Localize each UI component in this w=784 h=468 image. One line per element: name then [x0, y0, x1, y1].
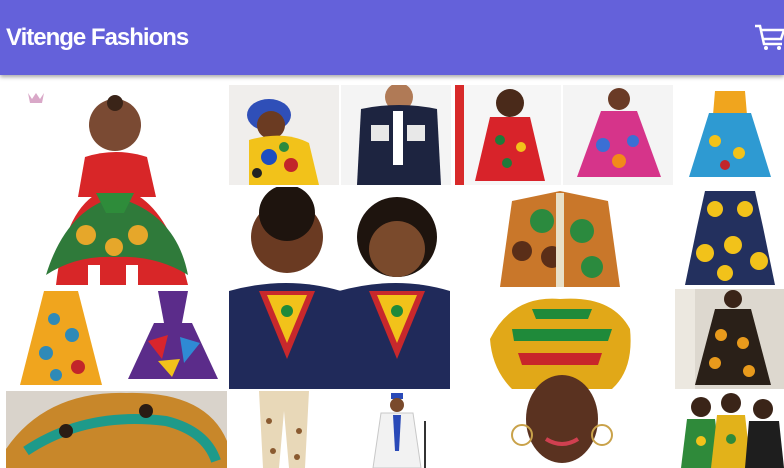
- product-tile-maxi-skirt[interactable]: [6, 289, 116, 389]
- product-tile-group-kids[interactable]: [675, 391, 784, 468]
- product-tile-girl-red-dress[interactable]: [455, 85, 561, 185]
- product-tile-girl-dot-dress[interactable]: [675, 289, 784, 389]
- product-tile-blue-dress[interactable]: [675, 85, 784, 185]
- boy-navy-shirt-image: [341, 85, 451, 185]
- product-tile-white-outfit[interactable]: [341, 391, 451, 468]
- print-bucket-hat-image: [6, 391, 227, 468]
- white-kaftan-outfit-image: [341, 391, 451, 468]
- product-tile-navy-yellow-dress[interactable]: [675, 187, 784, 287]
- product-tile-print-trousers[interactable]: [229, 391, 339, 468]
- print-trousers-image: [229, 391, 339, 468]
- product-tile-toddler-dress[interactable]: [6, 85, 227, 287]
- product-tile-green-print-shirt[interactable]: [452, 187, 673, 287]
- product-tile-kids-dashiki[interactable]: [229, 187, 450, 389]
- product-tile-pink-dress[interactable]: [563, 85, 673, 185]
- pink-print-dress-image: [563, 85, 673, 185]
- top-bar: Vitenge Fashions: [0, 0, 784, 75]
- kente-headwrap-image: [452, 289, 673, 468]
- product-tile-purple-dress[interactable]: [118, 289, 227, 389]
- girl-print-dress-image: [675, 289, 784, 389]
- blue-print-dress-image: [675, 85, 784, 185]
- girl-red-print-dress-image: [455, 85, 561, 185]
- green-print-shirt-image: [452, 187, 673, 287]
- brand-title[interactable]: Vitenge Fashions: [6, 20, 189, 56]
- kids-dashiki-shirts-image: [229, 187, 450, 389]
- product-tile-baby-headwrap[interactable]: [229, 85, 339, 185]
- kids-group-outfits-image: [675, 391, 784, 468]
- baby-print-romper-image: [229, 85, 339, 185]
- product-tile-bucket-hat[interactable]: [6, 391, 227, 468]
- product-tile-boy-navy-shirt[interactable]: [341, 85, 451, 185]
- navy-yellow-dress-image: [675, 187, 784, 287]
- purple-print-dress-image: [118, 289, 227, 389]
- product-tile-headwrap-woman[interactable]: [452, 289, 673, 468]
- print-maxi-skirt-image: [6, 289, 116, 389]
- toddler-ankara-dress-image: [6, 85, 227, 287]
- shopping-cart-icon[interactable]: [753, 18, 784, 52]
